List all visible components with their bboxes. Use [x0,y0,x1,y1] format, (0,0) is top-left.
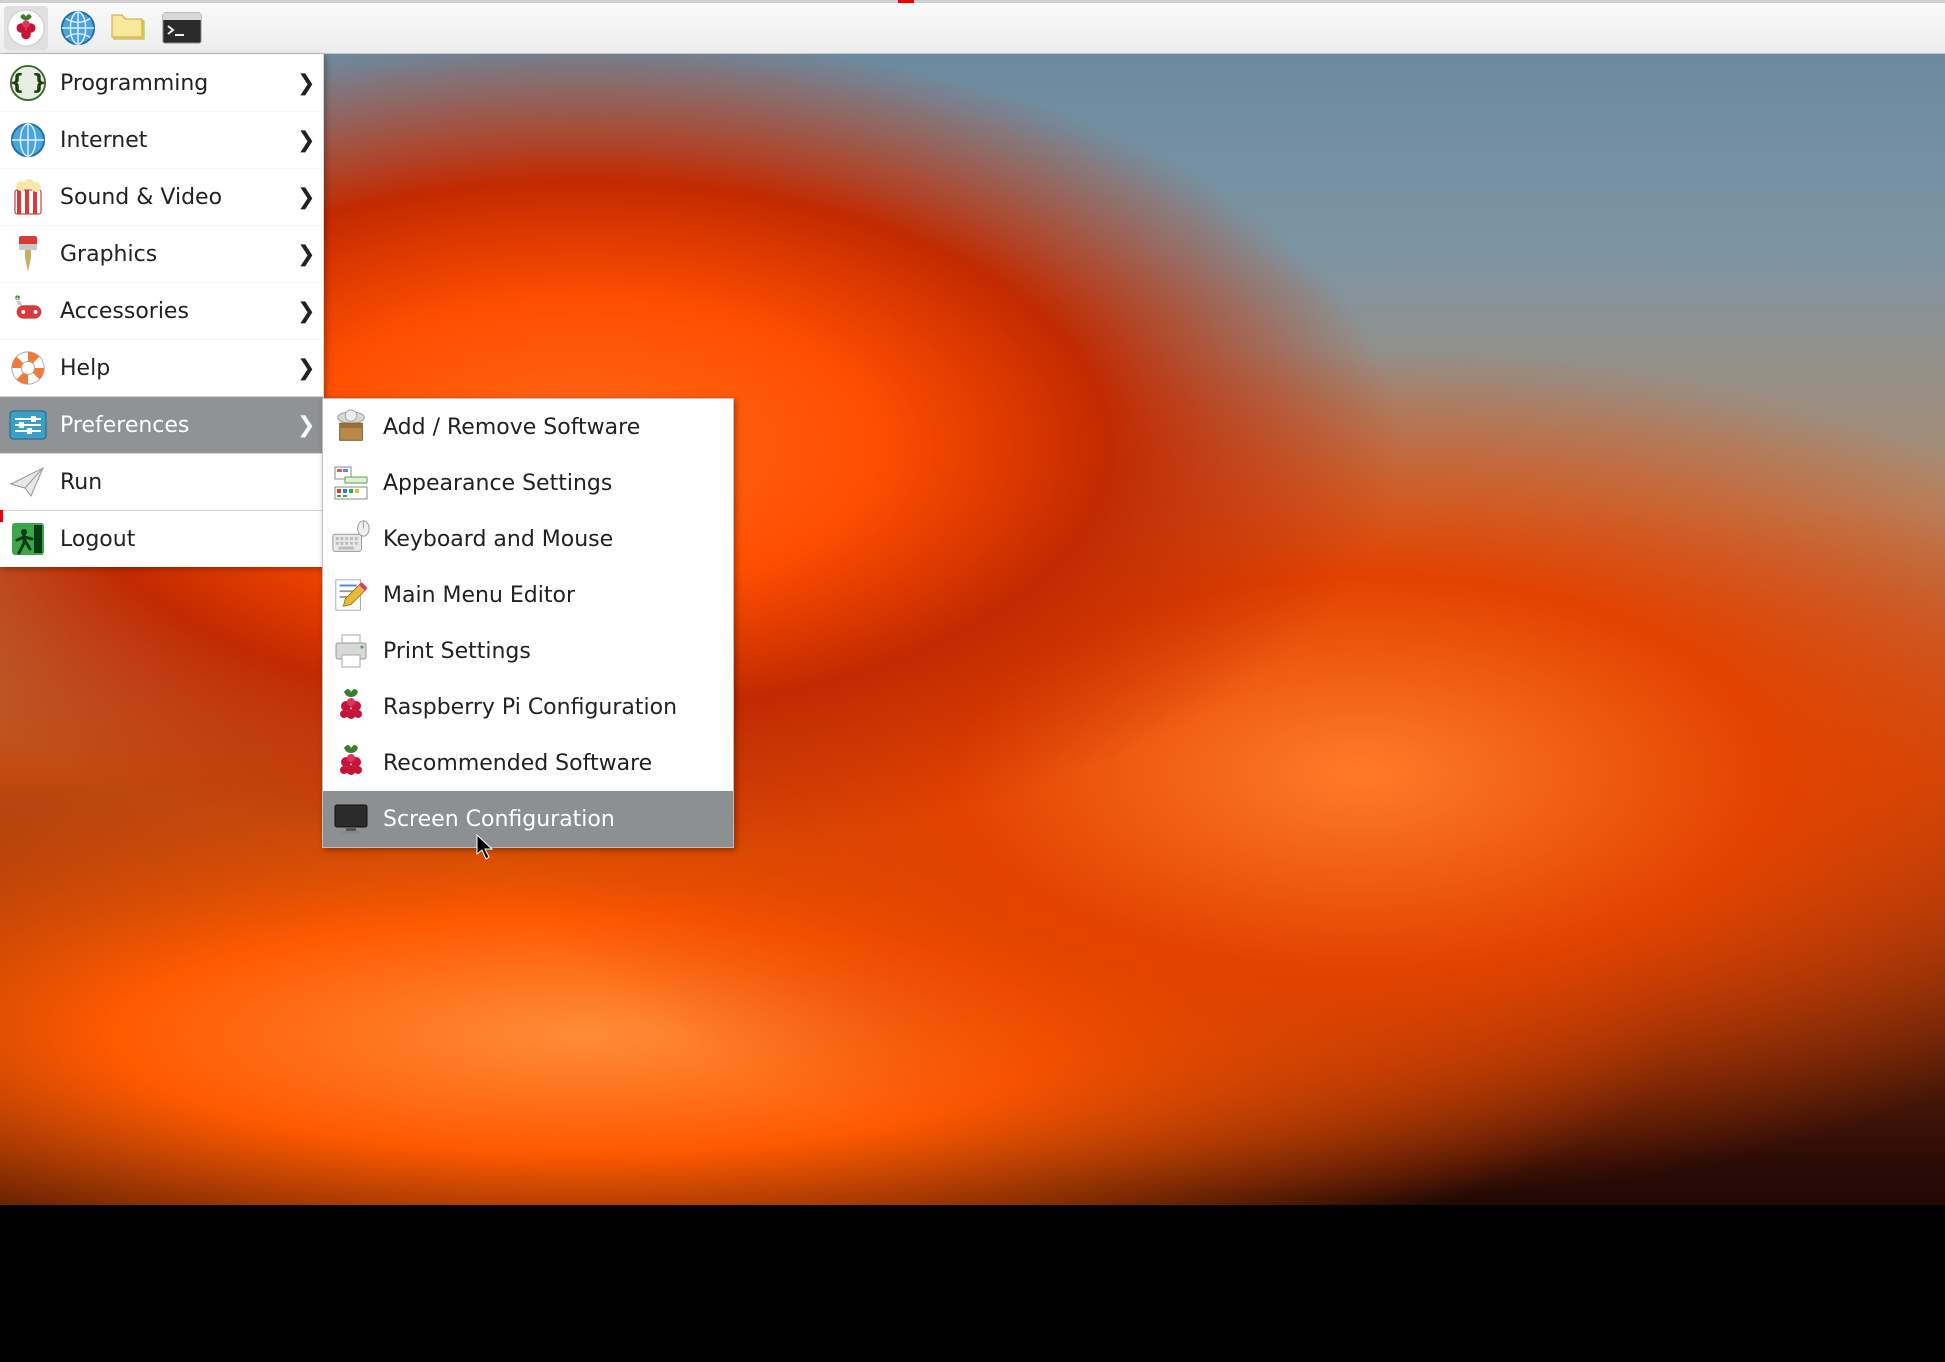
chevron-right-icon: ❯ [297,71,313,96]
code-braces-icon: { } [8,63,48,103]
menu-item-help[interactable]: Help ❯ [0,339,323,396]
sliders-icon [8,405,48,445]
submenu-item-recommended-software[interactable]: Recommended Software [323,735,733,791]
globe-icon [8,120,48,160]
menu-item-accessories[interactable]: + Accessories ❯ [0,282,323,339]
popcorn-icon [8,177,48,217]
crop-mark [898,0,914,3]
submenu-item-label: Screen Configuration [383,807,615,832]
menu-item-preferences[interactable]: Preferences ❯ [0,396,323,453]
menu-item-label: Internet [60,128,285,153]
start-menu: { } Programming ❯ Internet ❯ Sound & Vid… [0,54,324,567]
preferences-submenu: Add / Remove Software Appearance Setting… [322,398,734,848]
terminal-launcher[interactable] [160,6,204,50]
chevron-right-icon: ❯ [297,128,313,153]
submenu-item-label: Appearance Settings [383,471,612,496]
chevron-right-icon: ❯ [297,242,313,267]
keyboard-mouse-icon [331,519,371,559]
lifebuoy-icon [8,348,48,388]
svg-text:+: + [15,297,20,303]
globe-icon [59,9,97,47]
start-menu-button[interactable] [4,6,48,50]
folder-icon [110,11,150,45]
submenu-item-label: Recommended Software [383,751,652,776]
svg-text:{ }: { } [9,71,46,95]
crop-mark [0,510,3,522]
printer-icon [331,631,371,671]
terminal-icon [162,12,202,44]
submenu-item-add-remove-software[interactable]: Add / Remove Software [323,399,733,455]
package-icon [331,407,371,447]
menu-item-label: Programming [60,71,285,96]
chevron-right-icon: ❯ [297,356,313,381]
submenu-item-label: Raspberry Pi Configuration [383,695,677,720]
menu-item-logout[interactable]: Logout [0,510,323,567]
menu-item-label: Graphics [60,242,285,267]
appearance-icon [331,463,371,503]
submenu-item-label: Print Settings [383,639,531,664]
raspberry-icon [7,9,45,47]
menu-item-label: Run [60,470,313,495]
monitor-icon [331,799,371,839]
submenu-item-appearance-settings[interactable]: Appearance Settings [323,455,733,511]
menu-item-internet[interactable]: Internet ❯ [0,111,323,168]
submenu-item-screen-configuration[interactable]: Screen Configuration [323,791,733,847]
chevron-right-icon: ❯ [297,185,313,210]
file-manager-launcher[interactable] [108,6,152,50]
submenu-item-print-settings[interactable]: Print Settings [323,623,733,679]
menu-item-label: Help [60,356,285,381]
submenu-item-label: Add / Remove Software [383,415,640,440]
submenu-item-raspi-config[interactable]: Raspberry Pi Configuration [323,679,733,735]
menu-item-programming[interactable]: { } Programming ❯ [0,54,323,111]
menu-item-run[interactable]: Run [0,453,323,510]
paper-plane-icon [8,462,48,502]
menu-item-label: Preferences [60,413,285,438]
paintbrush-icon [8,234,48,274]
submenu-item-label: Main Menu Editor [383,583,575,608]
menu-item-sound-video[interactable]: Sound & Video ❯ [0,168,323,225]
submenu-item-main-menu-editor[interactable]: Main Menu Editor [323,567,733,623]
menu-item-label: Accessories [60,299,285,324]
menu-item-label: Logout [60,527,313,552]
web-browser-launcher[interactable] [56,6,100,50]
submenu-item-label: Keyboard and Mouse [383,527,613,552]
swiss-knife-icon: + [8,291,48,331]
chevron-right-icon: ❯ [297,299,313,324]
submenu-item-keyboard-mouse[interactable]: Keyboard and Mouse [323,511,733,567]
logout-icon [8,519,48,559]
menu-editor-icon [331,575,371,615]
raspberry-icon [331,687,371,727]
taskbar [0,0,1945,54]
menu-item-graphics[interactable]: Graphics ❯ [0,225,323,282]
raspberry-icon [331,743,371,783]
menu-item-label: Sound & Video [60,185,285,210]
chevron-right-icon: ❯ [297,413,313,438]
